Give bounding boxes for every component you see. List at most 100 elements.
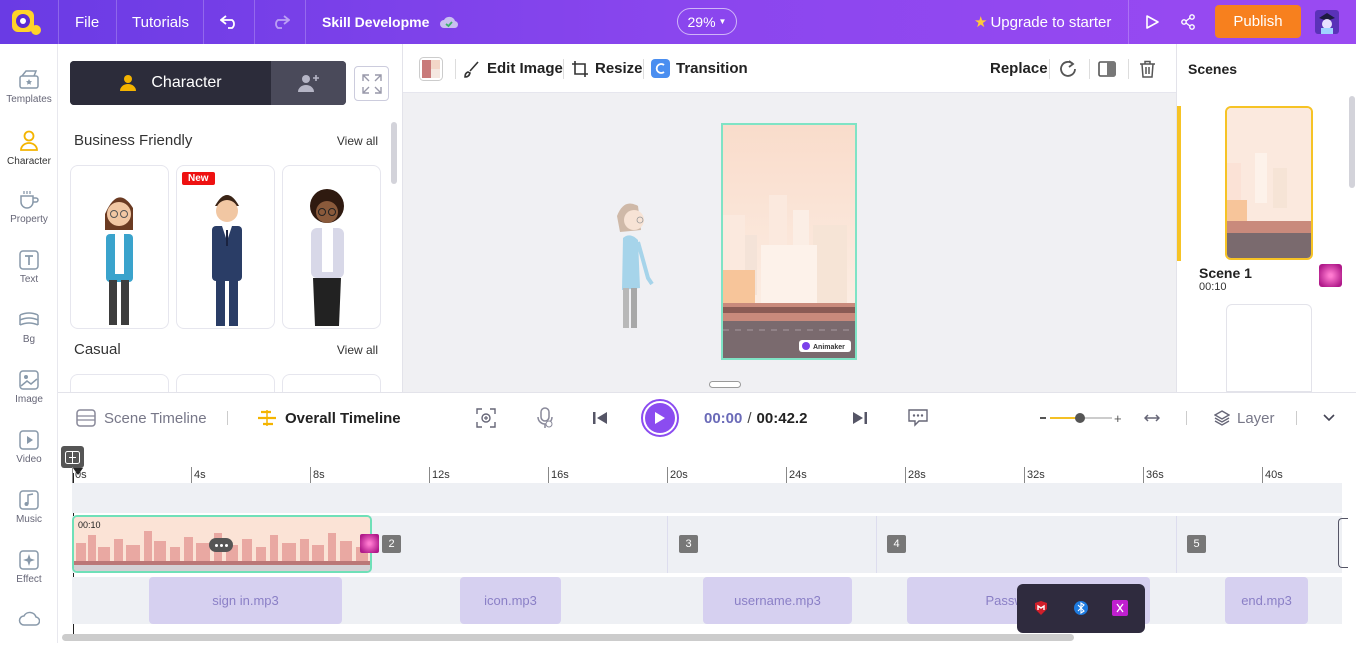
tutorials-menu[interactable]: Tutorials <box>132 0 189 44</box>
panel-scrollbar[interactable] <box>391 122 397 184</box>
replace-button[interactable]: Replace <box>990 44 1048 93</box>
scenes-panel: Scenes Scene 1 00:10 <box>1176 44 1356 392</box>
new-badge: New <box>182 172 215 185</box>
scene-clip-1[interactable]: 00:10 <box>72 515 372 573</box>
extension-popup <box>1017 584 1145 633</box>
scene-number-4[interactable]: 4 <box>887 535 906 553</box>
flip-icon[interactable] <box>1098 44 1122 93</box>
audio-clip[interactable]: end.mp3 <box>1225 577 1308 624</box>
skip-forward-icon[interactable] <box>852 393 868 443</box>
fit-width-icon[interactable] <box>1144 393 1160 443</box>
character-card[interactable] <box>282 374 381 392</box>
ruler-tick: 32s <box>1024 467 1045 483</box>
scene-number-3[interactable]: 3 <box>679 535 698 553</box>
reset-icon[interactable] <box>1059 44 1083 93</box>
snip-tool-icon[interactable] <box>1112 600 1128 621</box>
transition-icon[interactable] <box>360 534 379 553</box>
resize-button[interactable]: Resize <box>571 44 643 93</box>
scene-1-name[interactable]: Scene 1 <box>1199 265 1252 281</box>
zoom-in-icon[interactable]: + <box>1114 411 1122 426</box>
section-casual: Casual <box>74 341 121 358</box>
nav-upload[interactable] <box>0 610 58 666</box>
play-button[interactable] <box>641 399 679 437</box>
zoom-out-icon[interactable] <box>1040 417 1046 419</box>
microphone-icon[interactable] <box>536 393 554 443</box>
bg-icon <box>19 312 39 326</box>
nav-templates[interactable]: Templates <box>0 70 58 126</box>
left-nav: Templates Character Property Text Bg Ima… <box>0 44 58 643</box>
skip-back-icon[interactable] <box>592 393 608 443</box>
expand-icon[interactable] <box>354 66 389 101</box>
time-display: 00:00 / 00:42.2 <box>704 393 807 443</box>
tab-character[interactable]: Character <box>70 61 271 105</box>
view-all-casual[interactable]: View all <box>337 343 378 357</box>
scene-clip-end[interactable] <box>1338 518 1348 568</box>
character-tabs: Character <box>70 61 346 105</box>
effect-icon <box>19 550 39 570</box>
nav-character[interactable]: Character <box>0 130 58 186</box>
tab-scene-timeline[interactable]: Scene Timeline <box>76 393 207 443</box>
scene-number-5[interactable]: 5 <box>1187 535 1206 553</box>
collapse-timeline-icon[interactable] <box>1323 393 1335 443</box>
play-icon <box>655 412 665 424</box>
scene-thumbnail-2[interactable] <box>1226 304 1312 392</box>
nav-effect[interactable]: Effect <box>0 550 58 606</box>
nav-video[interactable]: Video <box>0 430 58 486</box>
scene-transition-icon[interactable] <box>1319 264 1342 287</box>
nav-text[interactable]: Text <box>0 250 58 306</box>
project-name[interactable]: Skill Developme <box>322 0 429 44</box>
animaker-logo[interactable] <box>8 6 44 38</box>
zoom-select[interactable]: 29% ▼ <box>677 8 737 35</box>
view-all-business[interactable]: View all <box>337 134 378 148</box>
nav-property[interactable]: Property <box>0 190 58 246</box>
crop-icon <box>572 60 588 77</box>
character-card[interactable] <box>176 374 275 392</box>
publish-button[interactable]: Publish <box>1215 5 1301 38</box>
color-swatch[interactable] <box>419 44 449 93</box>
undo-icon[interactable] <box>220 0 238 44</box>
audio-clip[interactable]: icon.mp3 <box>460 577 561 624</box>
tab-add-character[interactable] <box>271 61 346 105</box>
image-icon <box>19 370 39 390</box>
file-menu[interactable]: File <box>75 0 99 44</box>
character-card[interactable] <box>70 374 169 392</box>
brush-icon <box>464 60 479 78</box>
redo-icon[interactable] <box>272 0 290 44</box>
canvas-resize-handle[interactable] <box>709 381 741 388</box>
section-business-friendly: Business Friendly <box>74 132 193 149</box>
user-avatar[interactable] <box>1313 0 1341 44</box>
cloud-saved-icon <box>439 0 459 44</box>
character-preview[interactable] <box>608 198 658 328</box>
nav-image[interactable]: Image <box>0 370 58 426</box>
character-card[interactable] <box>70 165 169 329</box>
layer-button[interactable]: Layer <box>1214 393 1275 443</box>
scene-thumbnail-1[interactable] <box>1225 106 1313 260</box>
tab-overall-timeline[interactable]: Overall Timeline <box>257 393 401 443</box>
character-card[interactable]: New <box>176 165 275 329</box>
scenes-scrollbar[interactable] <box>1349 96 1355 188</box>
audio-clip[interactable]: sign in.mp3 <box>149 577 342 624</box>
bluetooth-icon[interactable] <box>1074 600 1088 621</box>
transition-icon <box>651 59 670 78</box>
transition-button[interactable]: Transition <box>651 44 748 93</box>
zoom-slider[interactable] <box>1050 413 1112 423</box>
nav-music[interactable]: Music <box>0 490 58 546</box>
zoom-fit-icon[interactable] <box>476 393 496 443</box>
preview-icon[interactable] <box>1144 0 1160 44</box>
more-options-icon[interactable] <box>209 538 233 552</box>
scene-canvas[interactable]: Animaker <box>721 123 857 360</box>
mcafee-icon[interactable] <box>1033 600 1049 621</box>
subtitle-icon[interactable] <box>908 393 928 443</box>
delete-icon[interactable] <box>1139 44 1162 93</box>
playhead-handle[interactable] <box>61 446 84 468</box>
time-separator: / <box>747 409 752 427</box>
timeline-scrollbar[interactable] <box>62 634 1074 641</box>
edit-image-button[interactable]: Edit Image <box>463 44 563 93</box>
audio-clip[interactable]: username.mp3 <box>703 577 852 624</box>
share-icon[interactable] <box>1180 0 1196 44</box>
scenes-title: Scenes <box>1188 61 1238 77</box>
nav-bg[interactable]: Bg <box>0 310 58 366</box>
scene-number-2[interactable]: 2 <box>382 535 401 553</box>
character-card[interactable] <box>282 165 381 329</box>
upgrade-link[interactable]: ★ Upgrade to starter <box>974 0 1111 44</box>
